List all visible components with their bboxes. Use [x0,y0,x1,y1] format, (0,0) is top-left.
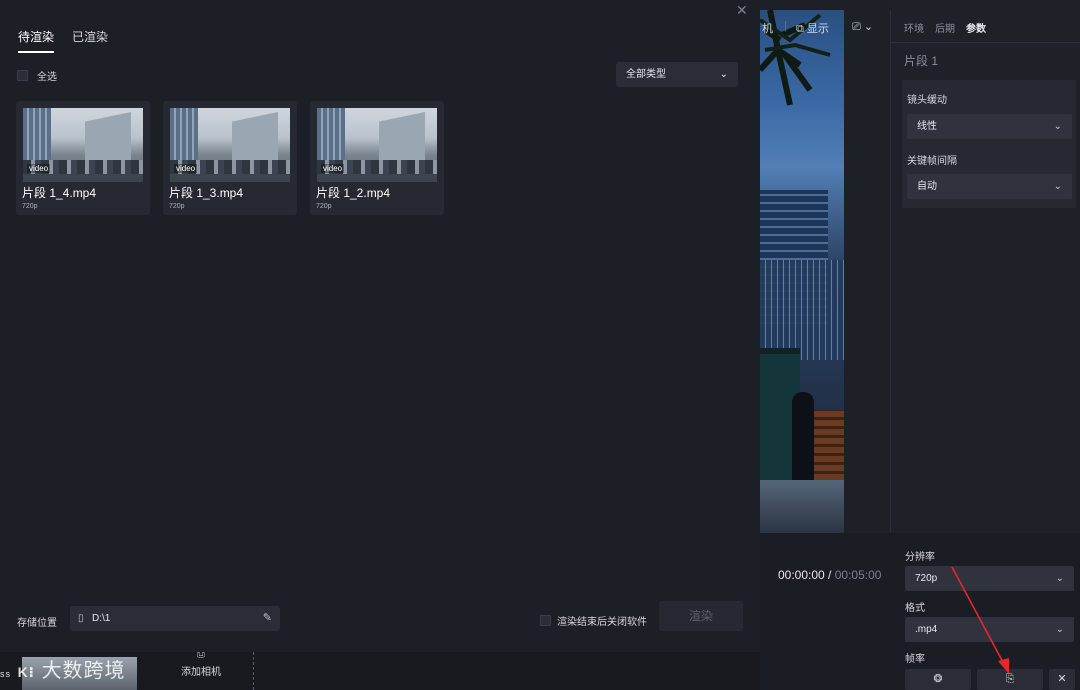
chevron-down-icon: ⌄ [863,21,874,33]
timecode-total: 00:05:00 [834,568,882,582]
view-dropdown[interactable]: ⎚ ⌄ [852,20,873,34]
display-icon: ⧉ [796,23,804,35]
render-card[interactable]: video 片段 1_2.mp4 720p [310,101,444,215]
edit-pencil-icon[interactable]: ✎ [263,606,272,631]
video-tag: video [27,164,51,173]
card-name: 片段 1_2.mp4 [316,186,391,200]
file-icon: ▯ [78,613,84,624]
timecode-current: 00:00:00 [778,568,825,582]
watermark: ss K⁝ 大数跨境 [0,654,126,683]
storage-location-label: 存储位置 [17,618,57,629]
video-tag: video [174,164,198,173]
render-queue-button[interactable]: ⎘ [977,669,1043,690]
keyframe-interval-select[interactable]: 自动 ⌄ [907,174,1072,199]
watermark-prefix: ss [0,669,11,679]
add-camera-label: 添加相机 [181,667,221,678]
close-icon: ✕ [1057,673,1067,685]
storage-path-field[interactable]: ▯ D:\1 ✎ [70,606,280,631]
video-tag: video [321,164,345,173]
panel-divider [890,10,891,533]
clip-thumbnail: video [317,108,437,182]
close-after-render-label: 渲染结束后关闭软件 [557,617,647,628]
card-name: 片段 1_3.mp4 [169,186,244,200]
select-all-label: 全选 [37,72,57,83]
aperture-button[interactable]: ❂ [905,669,971,690]
type-filter-value: 全部类型 [626,69,666,80]
close-after-render-checkbox[interactable] [540,615,551,626]
select-all[interactable]: 全选 [17,68,57,83]
tab-params[interactable]: 参数 [966,20,986,35]
clip-thumbnail: video [170,108,290,182]
timeline-marker [253,652,254,690]
display-menu[interactable]: ⧉ 显示 [796,20,829,36]
watermark-text: 大数跨境 [41,660,126,682]
monitor-icon: ⎚ [852,21,861,33]
format-value: .mp4 [915,624,938,635]
type-filter-select[interactable]: 全部类型 ⌄ [616,62,738,87]
clip-thumbnail: video [23,108,143,182]
chevron-down-icon: ⌄ [1055,624,1064,635]
resolution-value: 720p [915,573,938,584]
person-silhouette [792,392,814,482]
card-name: 片段 1_4.mp4 [22,186,97,200]
chevron-down-icon: ⌄ [1053,181,1062,192]
aperture-icon: ❂ [933,673,943,685]
tab-pending[interactable]: 待渲染 [18,28,55,53]
export-icon: ⎘ [1005,673,1015,685]
render-tabs: 待渲染 已渲染 [18,28,108,53]
framerate-label: 帧率 [905,654,925,665]
right-panel-tabs: 环境 后期 参数 [904,20,986,35]
tab-rendered[interactable]: 已渲染 [72,28,108,53]
resolution-select[interactable]: 720p ⌄ [905,566,1074,591]
format-select[interactable]: .mp4 ⌄ [905,617,1074,642]
lens-ease-label: 镜头缓动 [907,95,947,106]
toolbar-separator: | [784,20,787,32]
render-card[interactable]: video 片段 1_4.mp4 720p [16,101,150,215]
select-all-checkbox[interactable] [17,70,28,81]
storage-path-value: D:\1 [92,613,111,624]
segment-title: 片段 1 [904,54,939,68]
format-label: 格式 [905,603,925,614]
timecode-separator: / [824,568,835,582]
tab-environment[interactable]: 环境 [904,20,924,35]
render-card[interactable]: video 片段 1_3.mp4 720p [163,101,297,215]
ground-image [760,480,844,533]
lens-ease-select[interactable]: 线性 ⌄ [907,114,1072,139]
close-button[interactable]: ✕ [1049,669,1075,690]
keyframe-interval-value: 自动 [917,181,937,192]
render-dialog: ✕ 待渲染 已渲染 全选 全部类型 ⌄ video 片段 1_4.mp4 720… [0,0,760,652]
card-resolution: 720p [22,203,38,210]
tab-post[interactable]: 后期 [935,20,955,35]
display-label: 显示 [806,23,829,35]
card-resolution: 720p [316,203,332,210]
watermark-logo: K⁝ [17,664,35,680]
close-after-render-option[interactable]: 渲染结束后关闭软件 [540,613,647,628]
chevron-down-icon: ⌄ [1053,121,1062,132]
dialog-close-icon[interactable]: ✕ [736,2,748,19]
camera-menu[interactable]: 机 [762,20,773,36]
right-panel-divider [891,42,1080,43]
keyframe-interval-label: 关键帧间隔 [907,156,957,167]
preview-viewport[interactable] [760,10,844,533]
timecode: 00:00:00 / 00:05:00 [778,568,881,582]
render-button[interactable]: 渲染 [659,601,743,631]
chevron-down-icon: ⌄ [719,69,728,80]
building-image [760,260,844,360]
lens-ease-value: 线性 [917,121,937,132]
card-resolution: 720p [169,203,185,210]
chevron-down-icon: ⌄ [1055,573,1064,584]
resolution-label: 分辨率 [905,552,935,563]
